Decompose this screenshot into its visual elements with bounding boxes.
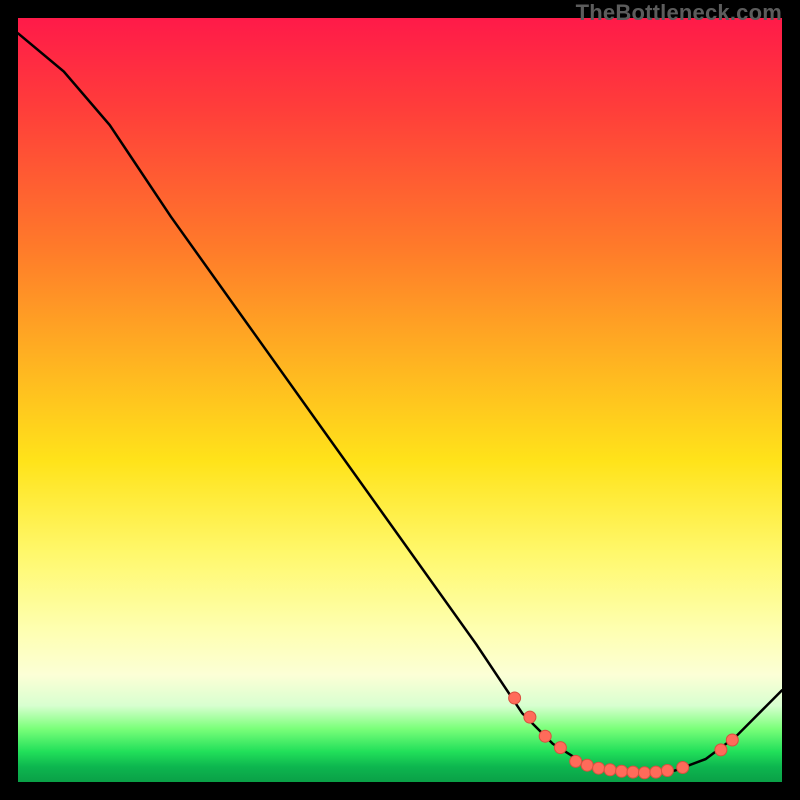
curve-marker [593,762,605,774]
curve-marker [616,765,628,777]
curve-marker [715,744,727,756]
curve-marker [539,730,551,742]
bottleneck-curve [18,33,782,773]
bottleneck-chart: TheBottleneck.com [0,0,800,800]
curve-marker [581,759,593,771]
curve-marker [570,755,582,767]
curve-marker [604,764,616,776]
curve-marker [650,766,662,778]
curve-marker [661,765,673,777]
curve-marker [677,762,689,774]
curve-marker [627,766,639,778]
curve-layer [18,18,782,782]
curve-marker [726,734,738,746]
curve-marker [554,742,566,754]
curve-marker-group [509,692,739,779]
curve-marker [639,767,651,779]
curve-marker [509,692,521,704]
curve-marker [524,711,536,723]
